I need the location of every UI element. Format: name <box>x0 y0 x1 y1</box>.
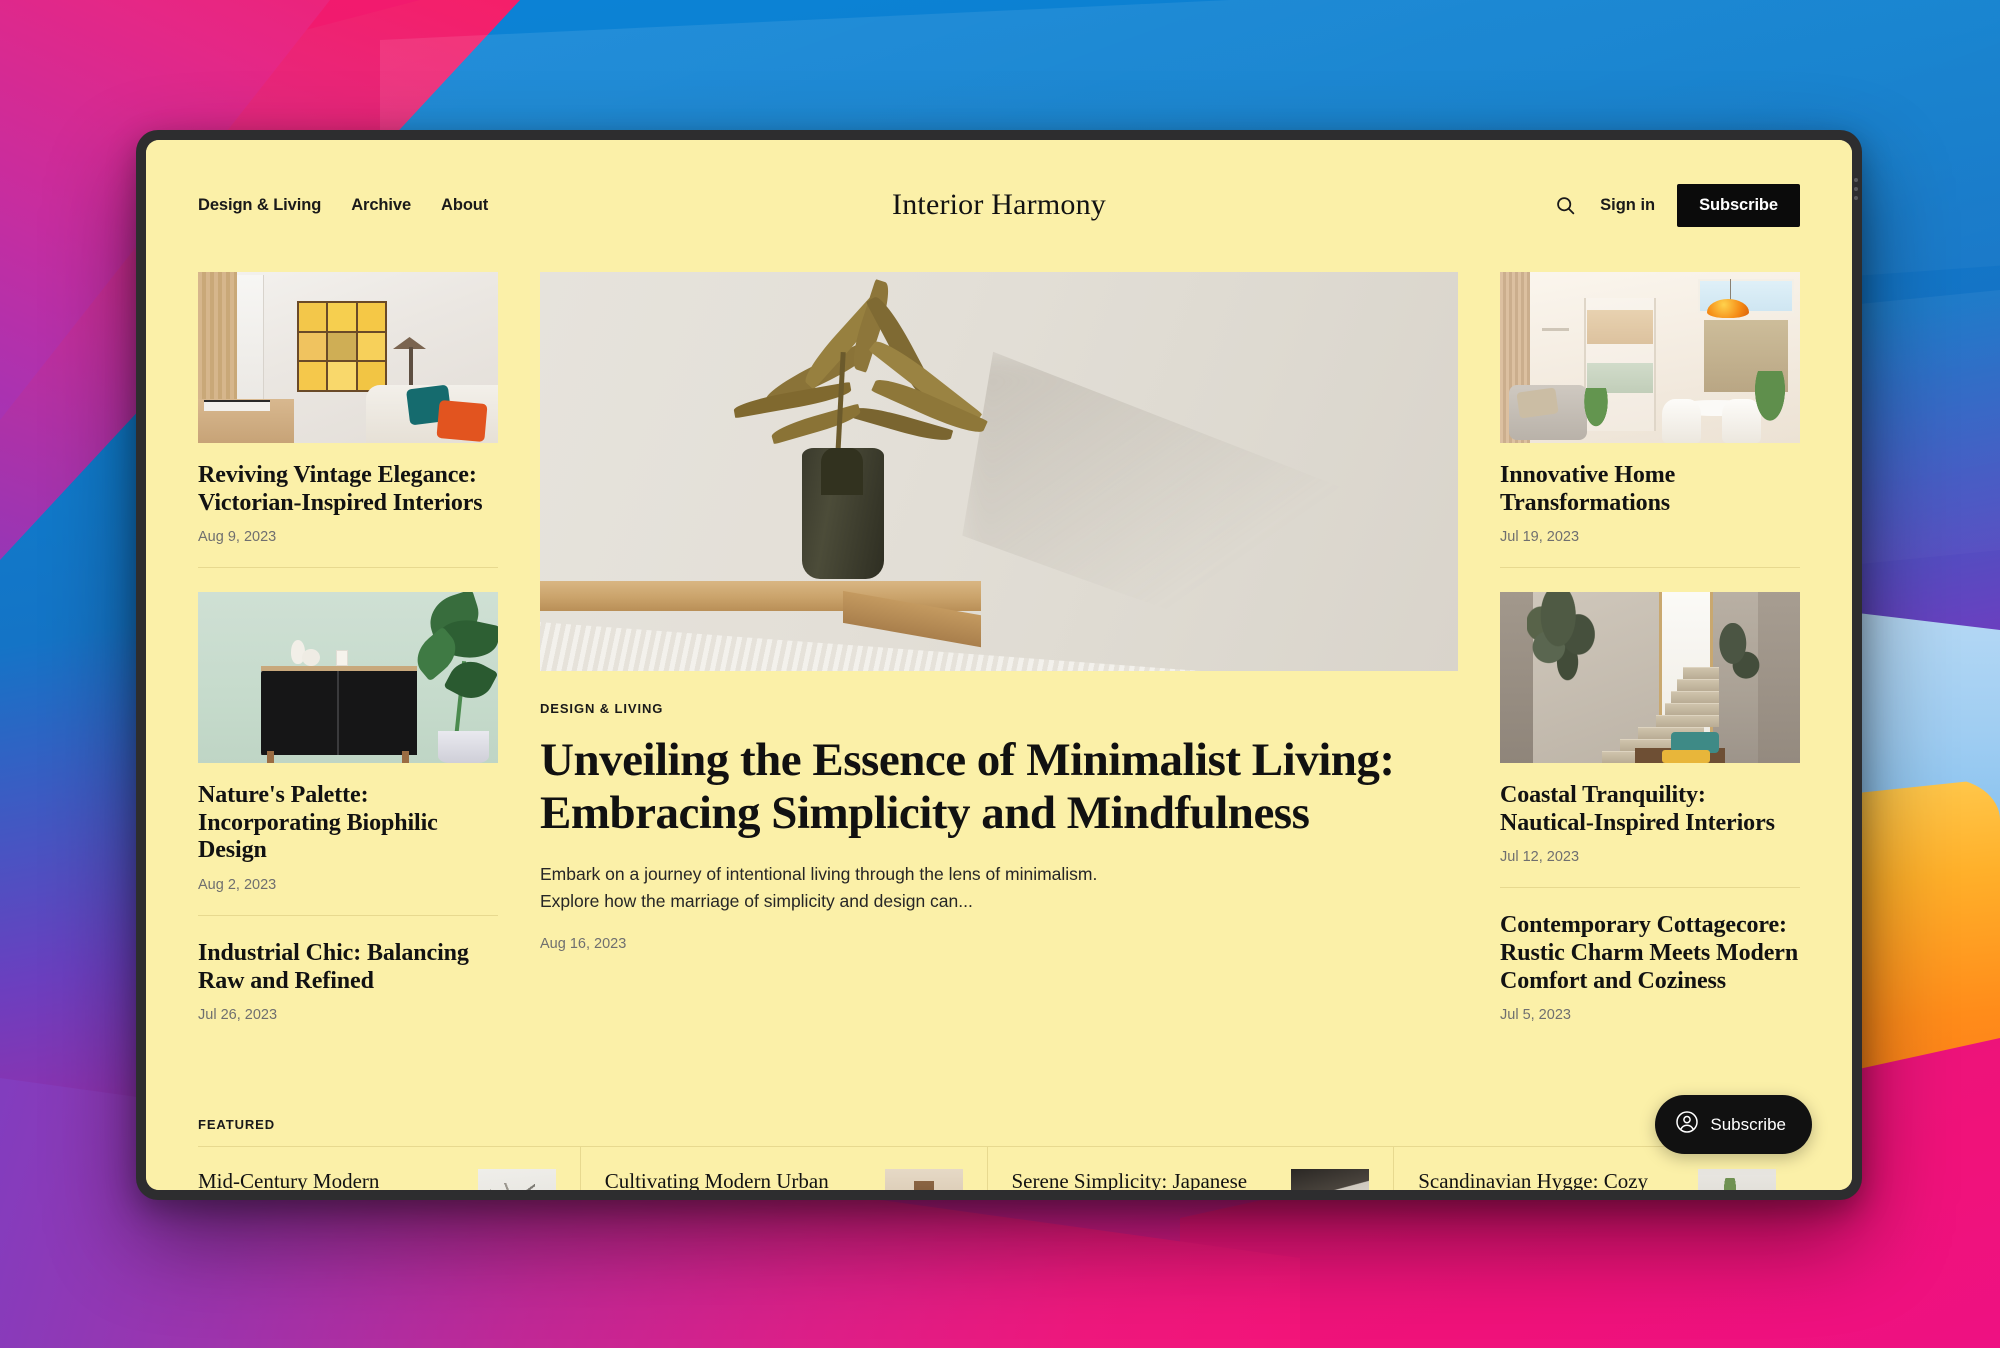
article-title[interactable]: Reviving Vintage Elegance: Victorian-Ins… <box>198 462 498 517</box>
featured-thumbnail[interactable] <box>1291 1169 1370 1190</box>
article-card[interactable]: Nature's Palette: Incorporating Biophili… <box>198 592 498 916</box>
left-article-column: Reviving Vintage Elegance: Victorian-Ins… <box>198 272 498 1045</box>
article-date: Jul 12, 2023 <box>1500 849 1580 866</box>
right-article-column: Innovative Home Transformations Jul 19, … <box>1500 272 1800 1045</box>
article-title[interactable]: Industrial Chic: Balancing Raw and Refin… <box>198 940 498 995</box>
photo-urban-living-room-plants <box>884 1169 963 1190</box>
article-thumbnail[interactable] <box>198 272 498 443</box>
header-actions: Sign in Subscribe <box>1106 183 1800 227</box>
article-thumbnail[interactable] <box>1500 592 1800 764</box>
hero-date: Aug 16, 2023 <box>540 935 627 952</box>
primary-navigation: Design & Living Archive About <box>198 196 892 215</box>
device-screen: Design & Living Archive About Interior H… <box>146 140 1852 1190</box>
site-header: Design & Living Archive About Interior H… <box>146 140 1852 232</box>
hero-excerpt: Embark on a journey of intentional livin… <box>540 864 1098 911</box>
article-date: Jul 5, 2023 <box>1500 1007 1571 1024</box>
featured-card[interactable]: Serene Simplicity: Japanese Zen Interior… <box>988 1147 1395 1190</box>
article-date: Aug 9, 2023 <box>198 529 277 546</box>
article-date: Aug 2, 2023 <box>198 876 277 893</box>
hero-image[interactable] <box>540 272 1458 671</box>
article-thumbnail[interactable] <box>1500 272 1800 443</box>
article-title[interactable]: Nature's Palette: Incorporating Biophili… <box>198 782 498 865</box>
featured-card[interactable]: Cultivating Modern Urban Green Spaces <box>581 1147 988 1190</box>
photo-black-marble-sideboard-sage-wall <box>198 592 498 764</box>
article-card[interactable]: Contemporary Cottagecore: Rustic Charm M… <box>1500 912 1800 1045</box>
nav-item-archive[interactable]: Archive <box>351 196 411 215</box>
hero-title[interactable]: Unveiling the Essence of Minimalist Livi… <box>540 734 1458 839</box>
featured-row: Mid-Century Modern Elegance: Timeless Ic… <box>198 1147 1800 1190</box>
featured-card[interactable]: Mid-Century Modern Elegance: Timeless Ic… <box>198 1147 581 1190</box>
article-card[interactable]: Innovative Home Transformations Jul 19, … <box>1500 272 1800 569</box>
search-icon[interactable] <box>1552 192 1578 218</box>
featured-section-label: FEATURED <box>198 1117 1800 1148</box>
photo-living-room-yellow-grid-art <box>198 272 498 443</box>
featured-thumbnail[interactable] <box>1698 1169 1776 1190</box>
website-viewport: Design & Living Archive About Interior H… <box>146 140 1852 1190</box>
article-date: Jul 26, 2023 <box>198 1007 278 1024</box>
device-sensor-dots <box>1853 178 1859 200</box>
article-title[interactable]: Innovative Home Transformations <box>1500 462 1800 517</box>
photo-stone-staircase-olive-tree <box>1500 592 1800 764</box>
subscribe-button[interactable]: Subscribe <box>1677 183 1800 227</box>
featured-section: FEATURED Mid-Century Modern Elegance: Ti… <box>146 1117 1852 1190</box>
nav-item-about[interactable]: About <box>441 196 488 215</box>
photo-open-plan-living-orange-pendant <box>1500 272 1800 443</box>
main-content-grid: Reviving Vintage Elegance: Victorian-Ins… <box>146 232 1852 1045</box>
photo-scandi-vase-and-basket <box>1698 1169 1776 1190</box>
photo-dark-vase-dried-palm-on-wood-shelf <box>540 272 1458 671</box>
article-card[interactable]: Industrial Chic: Balancing Raw and Refin… <box>198 940 498 1045</box>
featured-title[interactable]: Scandinavian Hygge: Cozy Comfort for Eve… <box>1418 1169 1684 1190</box>
featured-title[interactable]: Serene Simplicity: Japanese Zen Interior… <box>1012 1169 1278 1190</box>
article-title[interactable]: Contemporary Cottagecore: Rustic Charm M… <box>1500 912 1800 995</box>
hero-category-kicker[interactable]: DESIGN & LIVING <box>540 701 1458 716</box>
article-date: Jul 19, 2023 <box>1500 529 1580 546</box>
floating-subscribe-label: Subscribe <box>1710 1114 1786 1134</box>
featured-thumbnail[interactable] <box>884 1169 963 1190</box>
article-title[interactable]: Coastal Tranquility: Nautical-Inspired I… <box>1500 782 1800 837</box>
hero-article-column: DESIGN & LIVING Unveiling the Essence of… <box>540 272 1458 1045</box>
featured-title[interactable]: Cultivating Modern Urban Green Spaces <box>605 1169 871 1190</box>
device-frame: Design & Living Archive About Interior H… <box>136 130 1862 1200</box>
site-brand-title[interactable]: Interior Harmony <box>892 188 1106 222</box>
featured-title[interactable]: Mid-Century Modern Elegance: Timeless Ic… <box>198 1169 464 1190</box>
article-card[interactable]: Reviving Vintage Elegance: Victorian-Ins… <box>198 272 498 569</box>
photo-zen-dark-interior-detail <box>1291 1169 1370 1190</box>
featured-thumbnail[interactable] <box>477 1169 556 1190</box>
article-thumbnail[interactable] <box>198 592 498 764</box>
nav-item-design-and-living[interactable]: Design & Living <box>198 196 321 215</box>
photo-abstract-wire-sculpture <box>477 1169 556 1190</box>
hero-article-card[interactable]: DESIGN & LIVING Unveiling the Essence of… <box>540 272 1458 952</box>
sign-in-link[interactable]: Sign in <box>1600 196 1655 215</box>
article-card[interactable]: Coastal Tranquility: Nautical-Inspired I… <box>1500 592 1800 889</box>
floating-subscribe-button[interactable]: Subscribe <box>1655 1095 1812 1154</box>
user-circle-icon <box>1675 1110 1699 1139</box>
